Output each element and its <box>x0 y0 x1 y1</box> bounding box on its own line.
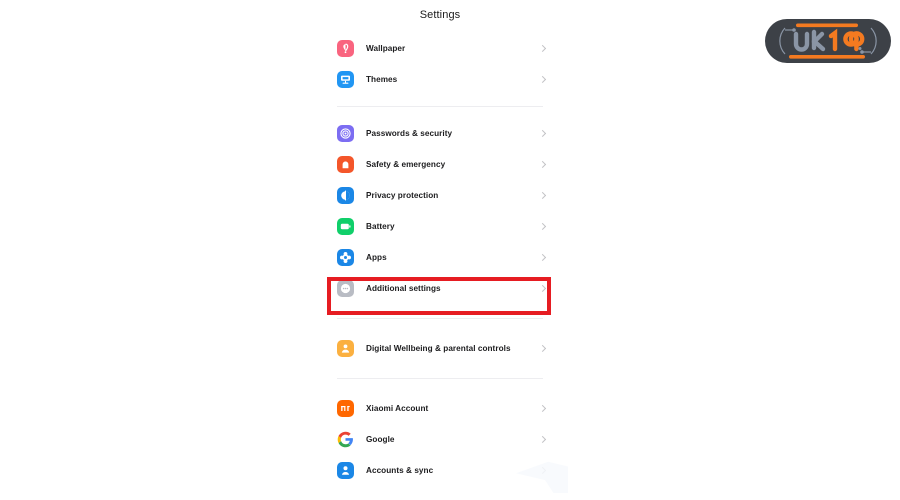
more-dots-icon <box>337 280 354 297</box>
settings-row-passwords-security[interactable]: Passwords & security <box>320 118 560 149</box>
wallpaper-icon <box>337 40 354 57</box>
settings-group-wellbeing: Digital Wellbeing & parental controls <box>320 333 560 364</box>
group-divider <box>320 95 560 118</box>
page-title: Settings <box>419 9 461 21</box>
chevron-right-icon <box>539 130 547 138</box>
emergency-icon <box>337 156 354 173</box>
wellbeing-person-icon <box>337 340 354 357</box>
settings-row-label: Additional settings <box>366 284 441 293</box>
google-logo-icon <box>337 431 354 448</box>
themes-icon <box>337 71 354 88</box>
settings-row-label: Digital Wellbeing & parental controls <box>366 344 511 353</box>
group-divider <box>320 364 560 393</box>
settings-row-label: Accounts & sync <box>366 466 434 475</box>
settings-row-wallpaper[interactable]: Wallpaper <box>320 33 560 64</box>
battery-icon <box>337 218 354 235</box>
apps-icon <box>337 249 354 266</box>
chevron-right-icon <box>539 192 547 200</box>
chevron-right-icon <box>539 436 547 444</box>
settings-row-label: Passwords & security <box>366 129 453 138</box>
privacy-shield-icon <box>337 187 354 204</box>
settings-row-privacy-protection[interactable]: Privacy protection <box>320 180 560 211</box>
xiaomi-logo-icon <box>337 400 354 417</box>
settings-row-safety-emergency[interactable]: Safety & emergency <box>320 149 560 180</box>
settings-row-apps[interactable]: Apps <box>320 242 560 273</box>
chevron-right-icon <box>539 254 547 262</box>
settings-row-label: Apps <box>366 253 387 262</box>
settings-row-label: Xiaomi Account <box>366 404 429 413</box>
chevron-right-icon <box>539 285 547 293</box>
settings-row-label: Wallpaper <box>366 44 406 53</box>
fingerprint-icon <box>337 125 354 142</box>
group-divider <box>320 304 560 333</box>
chevron-right-icon <box>539 405 547 413</box>
settings-list: Wallpaper Themes Passwords & security Sa… <box>320 26 560 486</box>
chevron-right-icon <box>539 161 547 169</box>
settings-row-label: Themes <box>366 75 398 84</box>
watermark-logo <box>763 17 893 65</box>
settings-row-battery[interactable]: Battery <box>320 211 560 242</box>
chevron-right-icon <box>539 76 547 84</box>
settings-row-label: Google <box>366 435 395 444</box>
chevron-right-icon <box>539 345 547 353</box>
settings-row-google[interactable]: Google <box>320 424 560 455</box>
settings-group-appearance: Wallpaper Themes <box>320 33 560 95</box>
settings-row-digital-wellbeing[interactable]: Digital Wellbeing & parental controls <box>320 333 560 364</box>
settings-row-label: Safety & emergency <box>366 160 446 169</box>
settings-row-additional-settings[interactable]: Additional settings <box>320 273 560 304</box>
chevron-right-icon <box>539 45 547 53</box>
settings-screen: Settings Wallpaper Themes Passwords & se… <box>320 0 560 500</box>
settings-row-themes[interactable]: Themes <box>320 64 560 95</box>
chevron-right-icon <box>539 223 547 231</box>
settings-group-security: Passwords & security Safety & emergency <box>320 118 560 304</box>
settings-row-label: Battery <box>366 222 395 231</box>
settings-row-label: Privacy protection <box>366 191 439 200</box>
settings-row-xiaomi-account[interactable]: Xiaomi Account <box>320 393 560 424</box>
account-person-icon <box>337 462 354 479</box>
